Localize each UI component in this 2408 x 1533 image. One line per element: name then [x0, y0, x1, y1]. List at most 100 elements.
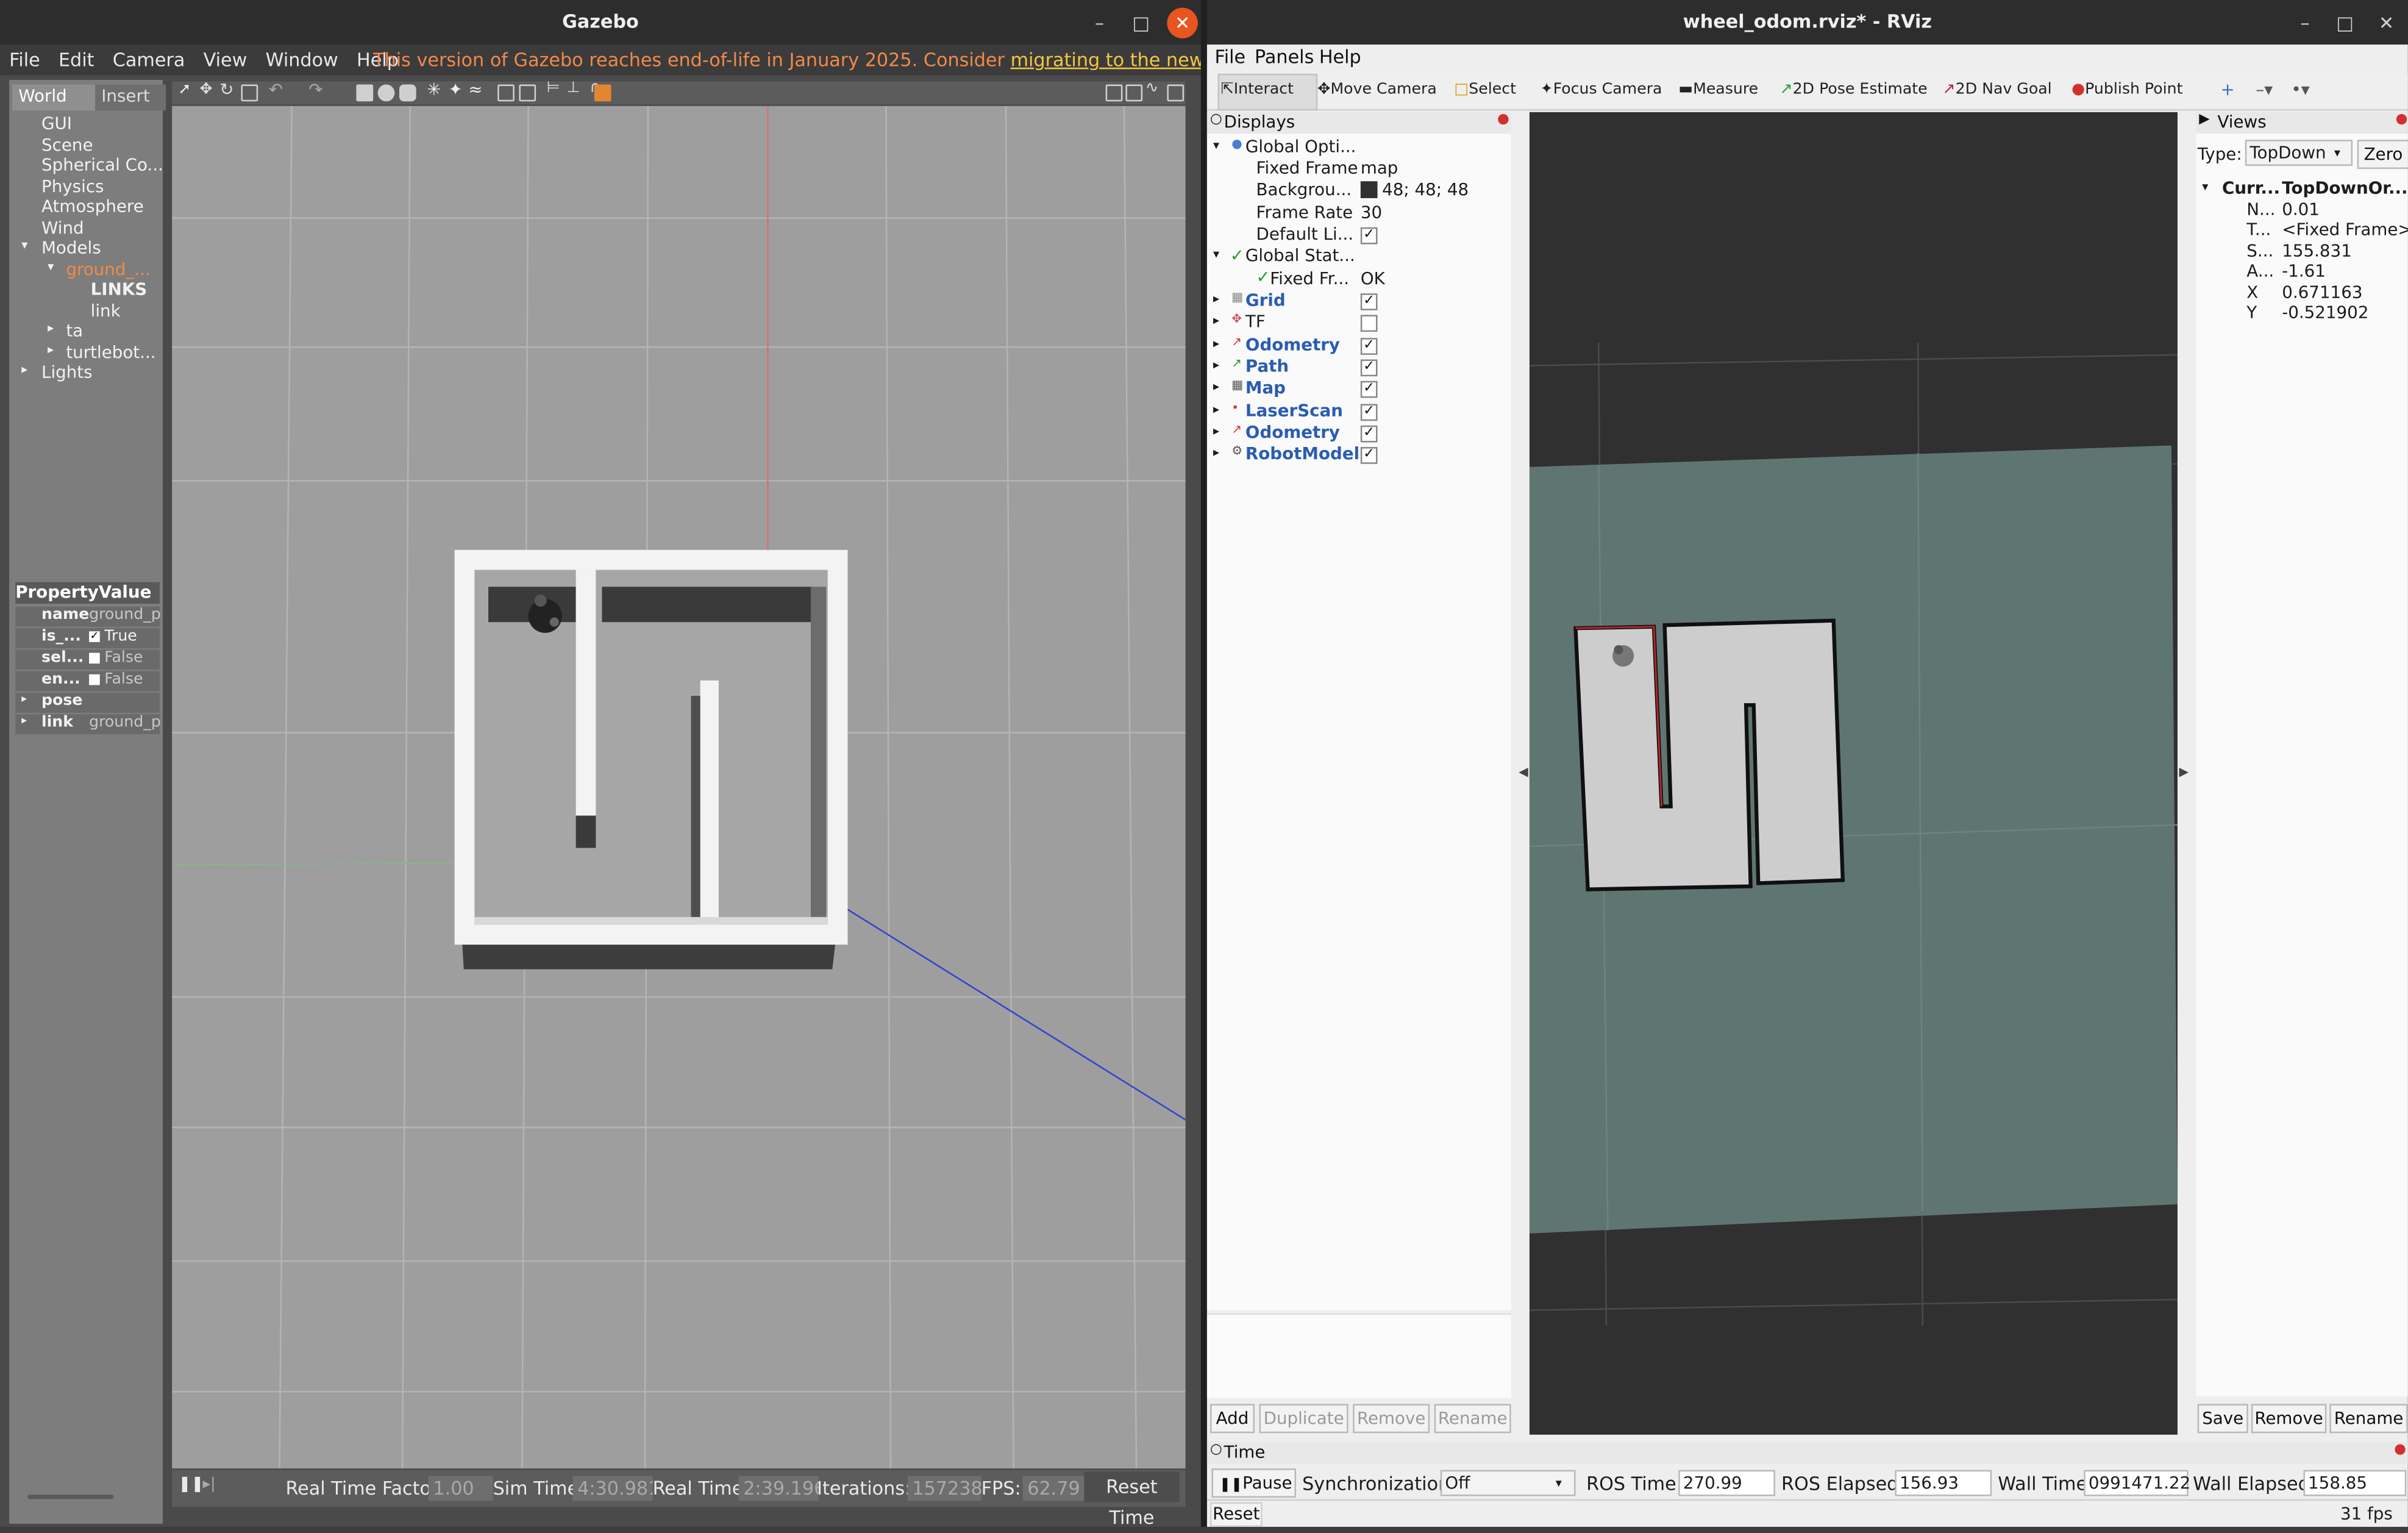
chevron-right-icon[interactable]: ▸: [1213, 358, 1219, 372]
global-status-label[interactable]: Global Stat...: [1245, 246, 1355, 266]
tool-move-camera[interactable]: ✥Move Camera: [1317, 82, 1437, 99]
maximize-icon[interactable]: □: [2329, 8, 2360, 38]
maximize-icon[interactable]: □: [1125, 8, 1156, 38]
translate-icon[interactable]: ✥: [199, 82, 212, 99]
directional-light-icon[interactable]: ≈: [468, 80, 482, 100]
zero-view-button[interactable]: Zero: [2357, 140, 2408, 170]
tree-item-spherical[interactable]: Spherical Co...: [41, 155, 163, 175]
odometry-2-checkbox[interactable]: ✓: [1360, 425, 1378, 443]
tool-publish-point[interactable]: ●Publish Point: [2071, 82, 2182, 99]
plot-icon[interactable]: ∿: [1145, 80, 1158, 97]
select-arrow-icon[interactable]: ➚: [178, 82, 191, 99]
undo-icon[interactable]: ↶: [269, 80, 283, 100]
display-item-laserscan[interactable]: LaserScan: [1245, 401, 1343, 421]
point-light-icon[interactable]: ✳: [427, 80, 441, 100]
chevron-down-icon[interactable]: ▾: [1213, 248, 1219, 262]
gazebo-3d-viewport[interactable]: [172, 105, 1186, 1469]
checkbox-unchecked-icon[interactable]: [89, 674, 100, 685]
ros-time-value[interactable]: 270.99: [1678, 1470, 1775, 1496]
spot-light-icon[interactable]: ✦: [449, 80, 463, 100]
tree-item-turtlebot[interactable]: turtlebot...: [66, 343, 155, 363]
property-row-is-static[interactable]: is_... ✓ True: [15, 628, 160, 649]
ros-elapsed-value[interactable]: 156.93: [1895, 1470, 1992, 1496]
minimize-icon[interactable]: –: [2290, 8, 2320, 38]
display-item-odometry-2[interactable]: Odometry: [1245, 423, 1340, 443]
menu-camera[interactable]: Camera: [104, 45, 194, 71]
menu-help[interactable]: Help: [1319, 46, 1361, 68]
tree-item-gui[interactable]: GUI: [41, 113, 72, 134]
property-row-enable-wind[interactable]: en... False: [15, 671, 160, 691]
menu-file[interactable]: File: [0, 45, 49, 71]
reset-button[interactable]: Reset: [1209, 1502, 1263, 1527]
tree-item-scene[interactable]: Scene: [41, 135, 93, 155]
pause-button[interactable]: ❚❚Pause: [1211, 1468, 1297, 1498]
step-icon[interactable]: ▸|: [203, 1476, 216, 1493]
property-row-pose[interactable]: ▸ pose: [15, 693, 160, 713]
close-icon[interactable]: ●: [2394, 1442, 2406, 1457]
add-tool-icon[interactable]: +: [2220, 80, 2234, 100]
remove-display-button[interactable]: Remove: [1353, 1404, 1430, 1434]
tree-item-lights[interactable]: Lights: [41, 362, 93, 382]
rviz-3d-viewport[interactable]: [1529, 112, 2178, 1435]
tool-focus-camera[interactable]: ✦Focus Camera: [1541, 82, 1662, 99]
angle-value[interactable]: -1.61: [2282, 261, 2326, 281]
tree-item-atmosphere[interactable]: Atmosphere: [41, 196, 144, 216]
menu-file[interactable]: File: [1215, 46, 1246, 68]
tool-2d-nav-goal[interactable]: ↗2D Nav Goal: [1943, 82, 2052, 99]
snap-icon[interactable]: ⊥: [567, 80, 580, 97]
chevron-down-icon[interactable]: ▾: [48, 260, 54, 274]
record-icon[interactable]: [594, 84, 611, 102]
menu-panels[interactable]: Panels: [1255, 46, 1314, 68]
near-clip-value[interactable]: 0.01: [2282, 199, 2320, 220]
display-item-grid[interactable]: Grid: [1245, 290, 1286, 310]
display-item-path[interactable]: Path: [1245, 356, 1289, 376]
tree-item-ground[interactable]: ground_...: [66, 260, 150, 280]
chevron-down-icon[interactable]: ▾: [2202, 180, 2208, 194]
scale-value[interactable]: 155.831: [2282, 241, 2352, 261]
align-icon[interactable]: ⊨: [547, 80, 560, 97]
wall-time-value[interactable]: 0991471.22: [2084, 1470, 2190, 1496]
tab-insert[interactable]: Insert: [95, 84, 166, 111]
tf-checkbox[interactable]: [1360, 315, 1378, 332]
remove-tool-icon[interactable]: –▾: [2256, 80, 2273, 100]
checkbox-unchecked-icon[interactable]: [89, 652, 100, 664]
menu-edit[interactable]: Edit: [49, 45, 104, 71]
laserscan-checkbox[interactable]: ✓: [1360, 404, 1378, 421]
synchronization-select[interactable]: Off ▾: [1440, 1470, 1576, 1496]
default-light-checkbox[interactable]: ✓: [1360, 227, 1378, 245]
close-icon[interactable]: ●: [1497, 112, 1509, 127]
rename-display-button[interactable]: Rename: [1434, 1404, 1511, 1434]
tab-world[interactable]: World: [12, 84, 96, 111]
chevron-right-icon[interactable]: ▸: [1213, 313, 1219, 327]
tool-select[interactable]: □Select: [1454, 82, 1516, 99]
tree-item-link[interactable]: link: [91, 301, 121, 321]
menu-view[interactable]: View: [194, 45, 256, 71]
video-icon[interactable]: [1167, 84, 1184, 102]
tree-item-physics[interactable]: Physics: [41, 177, 104, 197]
tree-item-wind[interactable]: Wind: [41, 218, 84, 238]
display-item-tf[interactable]: TF: [1245, 312, 1266, 332]
map-checkbox[interactable]: ✓: [1360, 381, 1378, 398]
chevron-down-icon[interactable]: ▾: [1213, 138, 1219, 152]
path-checkbox[interactable]: ✓: [1360, 359, 1378, 377]
chevron-right-icon[interactable]: ▸: [21, 362, 27, 376]
chevron-right-icon[interactable]: ▸: [48, 343, 54, 357]
background-value[interactable]: 48; 48; 48: [1382, 180, 1469, 200]
robotmodel-checkbox[interactable]: ✓: [1360, 447, 1378, 464]
menu-window[interactable]: Window: [256, 45, 347, 71]
current-view-key[interactable]: Curr...: [2222, 178, 2280, 198]
rename-view-button[interactable]: Rename: [2329, 1404, 2408, 1434]
add-display-button[interactable]: Add: [1209, 1404, 1255, 1434]
log-icon[interactable]: [1125, 84, 1143, 102]
remove-view-button[interactable]: Remove: [2251, 1404, 2327, 1434]
tool-2d-pose-estimate[interactable]: ↗2D Pose Estimate: [1780, 82, 1928, 99]
duplicate-display-button[interactable]: Duplicate: [1259, 1404, 1348, 1434]
tree-item-models[interactable]: Models: [41, 238, 101, 258]
chevron-right-icon[interactable]: ▸: [1213, 292, 1219, 306]
chevron-down-icon[interactable]: ▾: [21, 238, 27, 252]
panel-scrollbar[interactable]: [27, 1494, 114, 1499]
box-shape-icon[interactable]: [356, 84, 374, 102]
cylinder-shape-icon[interactable]: [399, 84, 416, 102]
property-row-name[interactable]: name ground_p: [15, 607, 161, 627]
odometry-checkbox[interactable]: ✓: [1360, 338, 1378, 355]
